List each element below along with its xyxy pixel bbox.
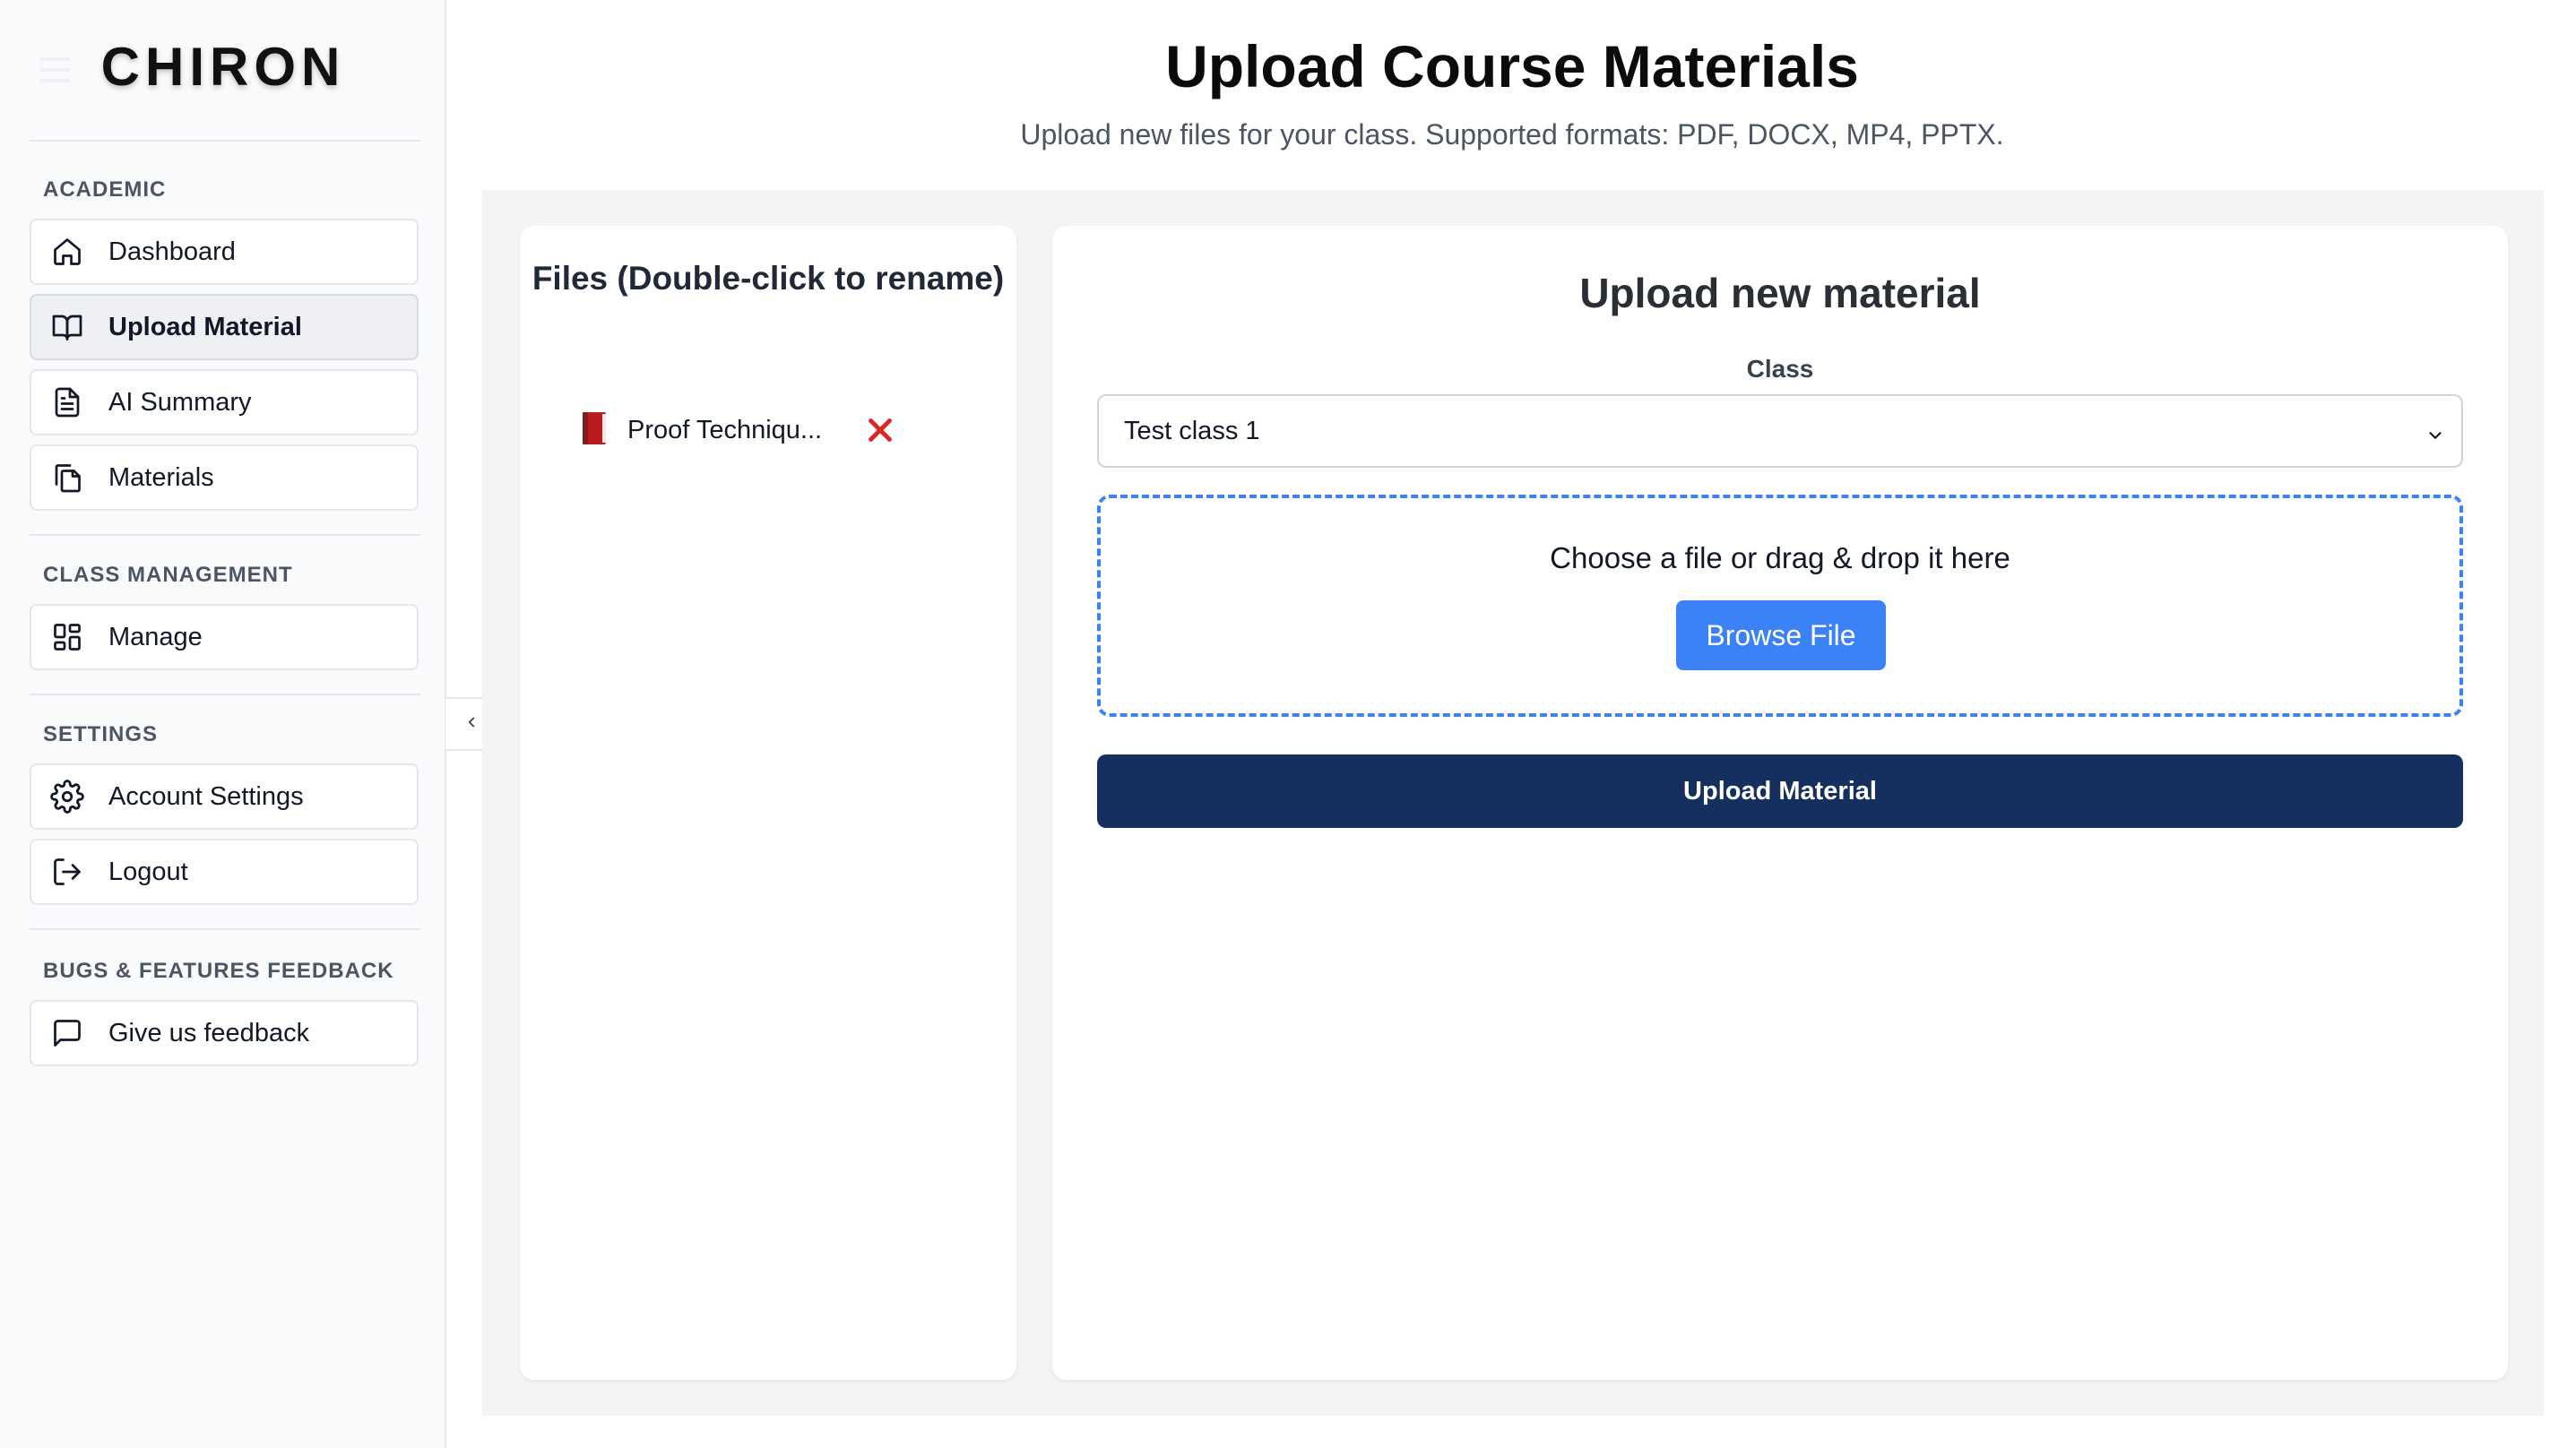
sidebar-item-upload-material[interactable]: Upload Material <box>30 294 419 360</box>
upload-panel-title: Upload new material <box>1579 270 1981 316</box>
sidebar-item-feedback[interactable]: Give us feedback <box>30 1000 419 1066</box>
file-item[interactable]: Proof Techniqu... <box>579 403 964 457</box>
chevron-left-icon <box>463 714 480 735</box>
delete-file-icon[interactable] <box>864 414 896 446</box>
message-square-icon <box>49 1015 85 1051</box>
files-panel: Files (Double-click to rename) Proof Tec… <box>520 226 1016 1380</box>
sidebar-item-label: AI Summary <box>108 387 252 417</box>
sidebar-divider <box>30 928 420 930</box>
file-dropzone[interactable]: Choose a file or drag & drop it here Bro… <box>1097 495 2463 717</box>
app-logo: CHIRON <box>100 37 346 97</box>
book-open-icon <box>49 309 85 345</box>
section-label-feedback: BUGS & FEATURES FEEDBACK <box>43 959 394 983</box>
layout-grid-icon <box>49 619 85 655</box>
upload-material-button[interactable]: Upload Material <box>1097 754 2463 828</box>
class-select-value: Test class 1 <box>1124 416 1260 445</box>
sidebar-item-label: Account Settings <box>108 781 304 811</box>
upload-panel: Upload new material Class Test class 1 C… <box>1052 226 2508 1380</box>
sidebar-item-ai-summary[interactable]: AI Summary <box>30 369 419 435</box>
files-panel-title: Files (Double-click to rename) <box>532 260 1005 297</box>
sidebar-item-dashboard[interactable]: Dashboard <box>30 219 419 285</box>
sidebar-divider <box>30 534 420 536</box>
file-text-icon <box>49 384 85 420</box>
sidebar-divider <box>30 694 420 695</box>
book-icon <box>579 410 609 451</box>
sidebar-item-label: Dashboard <box>108 237 236 266</box>
section-label-academic: ACADEMIC <box>43 177 167 202</box>
page-title: Upload Course Materials <box>1165 33 1859 99</box>
sidebar-item-logout[interactable]: Logout <box>30 839 419 905</box>
file-name: Proof Techniqu... <box>627 415 823 444</box>
sidebar-item-label: Logout <box>108 857 188 886</box>
sidebar-item-label: Upload Material <box>108 312 302 341</box>
dropzone-text: Choose a file or drag & drop it here <box>1550 541 2010 574</box>
sidebar-item-account-settings[interactable]: Account Settings <box>30 763 419 830</box>
class-label: Class <box>1746 355 1814 383</box>
sidebar-item-label: Manage <box>108 622 203 651</box>
chevron-down-icon <box>2425 423 2445 443</box>
sidebar-item-label: Materials <box>108 462 214 492</box>
section-label-settings: SETTINGS <box>43 722 159 746</box>
sidebar: CHIRON ACADEMIC Dashboard Upload Materia… <box>0 0 446 1448</box>
class-select[interactable]: Test class 1 <box>1097 394 2463 468</box>
home-icon <box>49 234 85 270</box>
logout-icon <box>49 854 85 890</box>
sidebar-item-label: Give us feedback <box>108 1018 310 1047</box>
sidebar-divider <box>30 140 420 142</box>
gear-icon <box>49 779 85 814</box>
page-subtitle: Upload new files for your class. Support… <box>1020 118 2004 151</box>
section-label-class-management: CLASS MANAGEMENT <box>43 563 293 587</box>
copy-icon <box>49 460 85 496</box>
sidebar-item-manage[interactable]: Manage <box>30 604 419 670</box>
browse-file-button[interactable]: Browse File <box>1676 600 1886 670</box>
sidebar-item-materials[interactable]: Materials <box>30 444 419 511</box>
